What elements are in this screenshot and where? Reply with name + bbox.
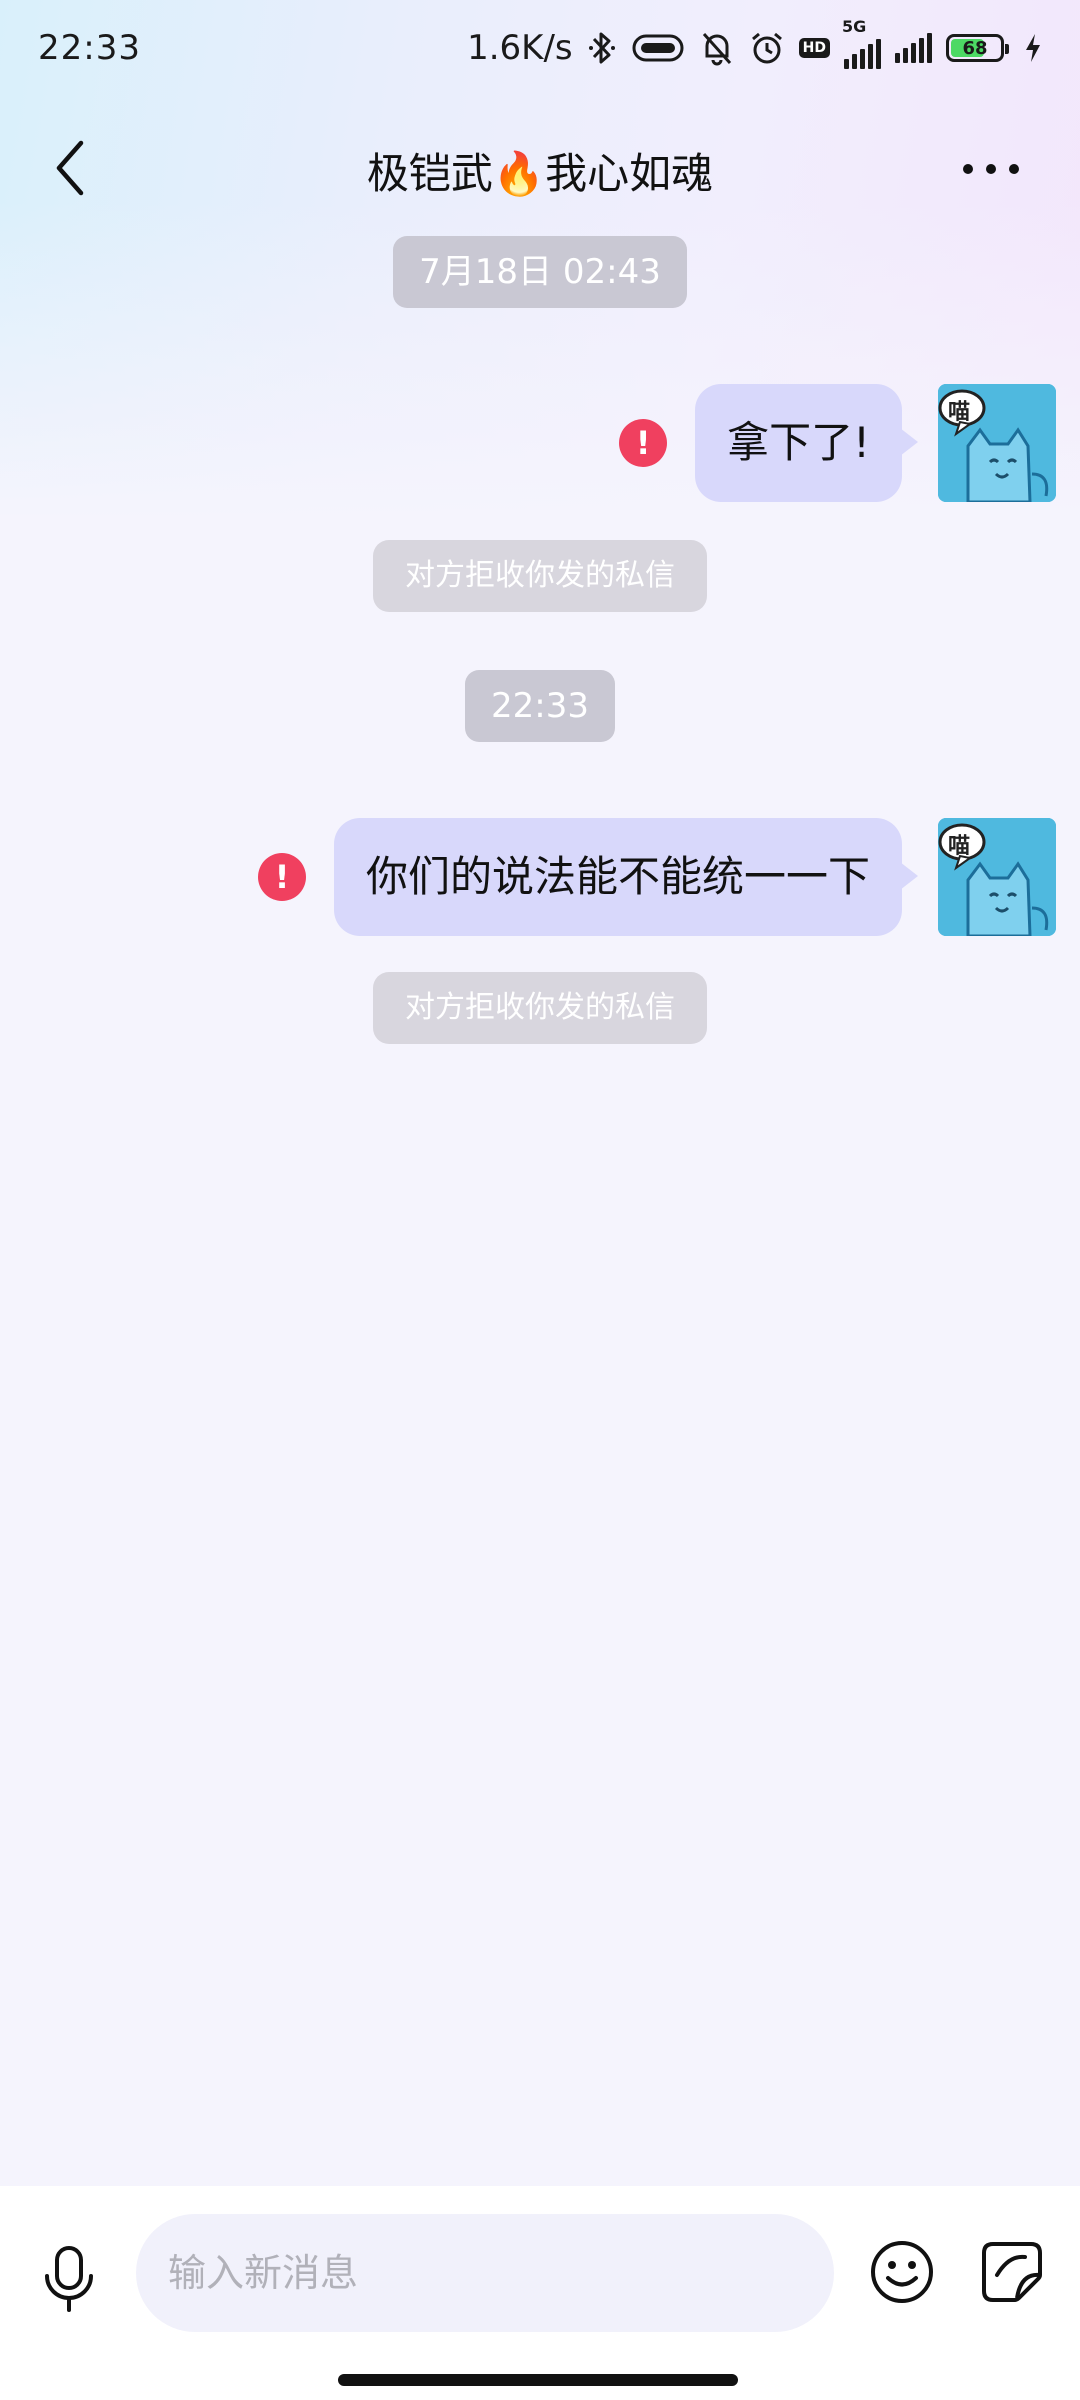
timestamp-row: 7月18日 02:43 bbox=[0, 236, 1080, 308]
more-dots-icon bbox=[961, 161, 1021, 180]
avatar-speech-text: 喵 bbox=[948, 834, 971, 859]
network-type-label: 5G bbox=[842, 17, 867, 36]
sticker-button[interactable] bbox=[976, 2238, 1048, 2310]
notice-row: 对方拒收你发的私信 bbox=[0, 972, 1080, 1044]
battery-icon: 68 bbox=[946, 34, 1009, 62]
back-button[interactable] bbox=[40, 140, 100, 200]
charging-icon bbox=[1024, 33, 1042, 63]
status-bar: 22:33 1.6K/s HD 5G 68 bbox=[0, 0, 1080, 96]
bluetooth-icon bbox=[587, 29, 617, 67]
alarm-icon bbox=[749, 30, 785, 66]
message-bubble[interactable]: 你们的说法能不能统一一下 bbox=[333, 818, 919, 936]
rejected-notice: 对方拒收你发的私信 bbox=[373, 972, 707, 1044]
sticker-icon bbox=[979, 2239, 1045, 2309]
message-bubble[interactable]: 拿下了! bbox=[695, 384, 918, 502]
battery-level: 68 bbox=[962, 37, 988, 59]
rejected-notice: 对方拒收你发的私信 bbox=[373, 540, 707, 612]
chat-title: 极铠武🔥我心如魂 bbox=[366, 148, 714, 198]
message-input-bar bbox=[0, 2186, 1080, 2400]
emoji-icon bbox=[869, 2239, 935, 2309]
status-time: 22:33 bbox=[38, 28, 141, 68]
timestamp-row: 22:33 bbox=[0, 670, 1080, 742]
message-input[interactable] bbox=[136, 2214, 834, 2332]
signal-icon-secondary bbox=[895, 33, 932, 63]
chat-header: 极铠武🔥我心如魂 bbox=[0, 120, 1080, 220]
vibrate-icon bbox=[631, 33, 685, 63]
emoji-button[interactable] bbox=[866, 2238, 938, 2310]
message-row-outgoing: ! 拿下了! 喵 bbox=[619, 384, 1056, 502]
avatar[interactable]: 喵 bbox=[938, 384, 1056, 502]
send-failed-icon[interactable]: ! bbox=[257, 853, 306, 901]
more-options-button[interactable] bbox=[956, 140, 1026, 200]
timestamp-chip: 22:33 bbox=[465, 670, 615, 742]
microphone-icon bbox=[39, 2244, 99, 2320]
chevron-left-icon bbox=[53, 139, 87, 201]
send-failed-icon[interactable]: ! bbox=[619, 419, 668, 467]
avatar[interactable]: 喵 bbox=[938, 818, 1056, 936]
hd-icon: HD bbox=[798, 38, 830, 58]
voice-input-button[interactable] bbox=[34, 2240, 104, 2324]
home-indicator[interactable] bbox=[338, 2374, 738, 2386]
network-speed: 1.6K/s bbox=[467, 28, 573, 68]
message-row-outgoing: ! 你们的说法能不能统一一下 喵 bbox=[257, 818, 1056, 936]
timestamp-chip: 7月18日 02:43 bbox=[393, 236, 687, 308]
notice-row: 对方拒收你发的私信 bbox=[0, 540, 1080, 612]
status-icons: 1.6K/s HD 5G 68 bbox=[467, 17, 1042, 69]
bell-muted-icon bbox=[699, 30, 735, 66]
signal-icon: 5G bbox=[842, 17, 881, 69]
avatar-speech-text: 喵 bbox=[948, 400, 971, 425]
